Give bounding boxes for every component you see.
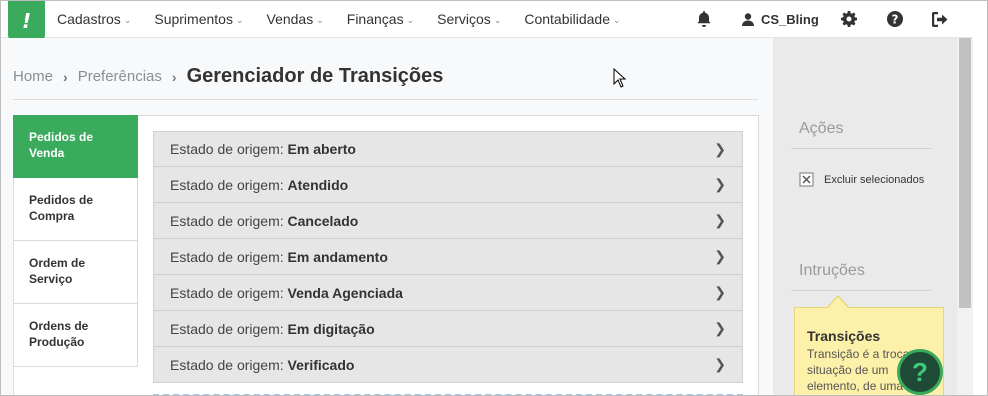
- note-title: Transições: [807, 328, 881, 344]
- list-item[interactable]: Estado de origem: Verificado ❯: [153, 347, 743, 383]
- origin-state-list: Estado de origem: Em aberto ❯ Estado de …: [153, 131, 743, 383]
- main-menu: Cadastros ⌄ Suprimentos ⌄ Vendas ⌄ Finanças…: [57, 1, 644, 37]
- document-type-tabs: Pedidos de Venda Pedidos de Compra Ordem…: [13, 115, 138, 367]
- menu-cadastros[interactable]: Cadastros ⌄: [57, 11, 131, 27]
- logout-icon[interactable]: [931, 10, 949, 28]
- list-item[interactable]: Estado de origem: Atendido ❯: [153, 167, 743, 203]
- breadcrumb-home[interactable]: Home: [13, 68, 53, 85]
- scrollbar-thumb[interactable]: [959, 38, 971, 308]
- chevron-down-icon: ⌄: [406, 14, 415, 25]
- tab-ordens-de-producao[interactable]: Ordens de Produção: [13, 304, 138, 367]
- user-menu[interactable]: CS_Bling: [742, 10, 819, 28]
- mouse-cursor-icon: [613, 68, 627, 88]
- tab-pedidos-de-compra[interactable]: Pedidos de Compra: [13, 178, 138, 241]
- header-divider: [13, 99, 758, 100]
- instructions-divider: [791, 290, 931, 291]
- top-navbar: ! Cadastros ⌄ Suprimentos ⌄ Vendas ⌄ Finanç…: [1, 1, 973, 41]
- user-icon: [742, 12, 754, 26]
- chevron-down-icon: ⌄: [235, 14, 244, 25]
- chevron-right-icon: ❯: [714, 248, 726, 264]
- gear-icon[interactable]: [840, 10, 858, 28]
- tab-pedidos-de-venda[interactable]: Pedidos de Venda: [13, 115, 138, 178]
- help-chat-button[interactable]: ?: [897, 349, 943, 395]
- chevron-right-icon: ❯: [714, 140, 726, 157]
- origin-state: Em digitação: [287, 320, 375, 337]
- delete-selected-button[interactable]: Excluir selecionados: [799, 172, 924, 187]
- list-item[interactable]: Estado de origem: Em aberto ❯: [153, 131, 743, 167]
- origin-state: Venda Agenciada: [287, 284, 403, 301]
- chevron-right-icon: ❯: [714, 284, 726, 300]
- list-item[interactable]: Estado de origem: Em andamento ❯: [153, 239, 743, 275]
- chevron-right-icon: ❯: [714, 356, 726, 372]
- instructions-title: Intruções: [799, 262, 865, 279]
- right-sidebar: Ações Excluir selecionados Intruções Tra…: [773, 38, 957, 395]
- chevron-right-icon: ❯: [714, 176, 726, 192]
- menu-financas[interactable]: Finanças ⌄: [347, 11, 414, 27]
- note-arrow-fill: [828, 297, 848, 308]
- tab-ordem-de-servico[interactable]: Ordem de Serviço: [13, 241, 138, 304]
- origin-state: Em aberto: [287, 141, 356, 157]
- chevron-down-icon: ⌄: [493, 14, 502, 25]
- actions-title: Ações: [799, 120, 844, 137]
- chevron-right-icon: ❯: [714, 212, 726, 228]
- excel-delete-icon: [799, 172, 814, 187]
- logo-mark: !: [21, 9, 32, 33]
- svg-text:?: ?: [892, 13, 899, 27]
- chevron-right-icon: ›: [63, 68, 68, 85]
- list-item[interactable]: Estado de origem: Venda Agenciada ❯: [153, 275, 743, 311]
- origin-state: Verificado: [287, 356, 355, 373]
- chevron-down-icon: ⌄: [316, 14, 324, 25]
- list-item[interactable]: Estado de origem: Em digitação ❯: [153, 311, 743, 347]
- menu-suprimentos[interactable]: Suprimentos ⌄: [154, 11, 243, 27]
- chevron-down-icon: ⌄: [612, 14, 621, 25]
- help-icon[interactable]: ?: [886, 10, 904, 28]
- user-name: CS_Bling: [761, 11, 819, 27]
- menu-vendas[interactable]: Vendas ⌄: [267, 11, 324, 27]
- chevron-right-icon: ›: [171, 68, 177, 85]
- chevron-right-icon: ❯: [714, 320, 726, 336]
- menu-servicos[interactable]: Serviços ⌄: [437, 11, 501, 27]
- window-edge: [973, 1, 987, 395]
- menu-contabilidade[interactable]: Contabilidade ⌄: [524, 11, 620, 27]
- bling-logo[interactable]: !: [8, 1, 45, 41]
- actions-divider: [791, 148, 931, 149]
- breadcrumb: Home › Preferências › Gerenciador de Tra…: [13, 65, 443, 88]
- origin-state: Cancelado: [287, 212, 359, 229]
- breadcrumb-preferences[interactable]: Preferências: [78, 68, 162, 85]
- list-item[interactable]: Estado de origem: Cancelado ❯: [153, 203, 743, 239]
- vertical-scrollbar[interactable]: [957, 38, 973, 395]
- app-window: ! Cadastros ⌄ Suprimentos ⌄ Vendas ⌄ Finanç…: [0, 0, 988, 396]
- page-title: Gerenciador de Transições: [186, 65, 444, 87]
- chevron-down-icon: ⌄: [123, 14, 132, 25]
- origin-state: Em andamento: [287, 248, 388, 265]
- bell-icon[interactable]: [695, 10, 713, 28]
- origin-state: Atendido: [287, 176, 349, 193]
